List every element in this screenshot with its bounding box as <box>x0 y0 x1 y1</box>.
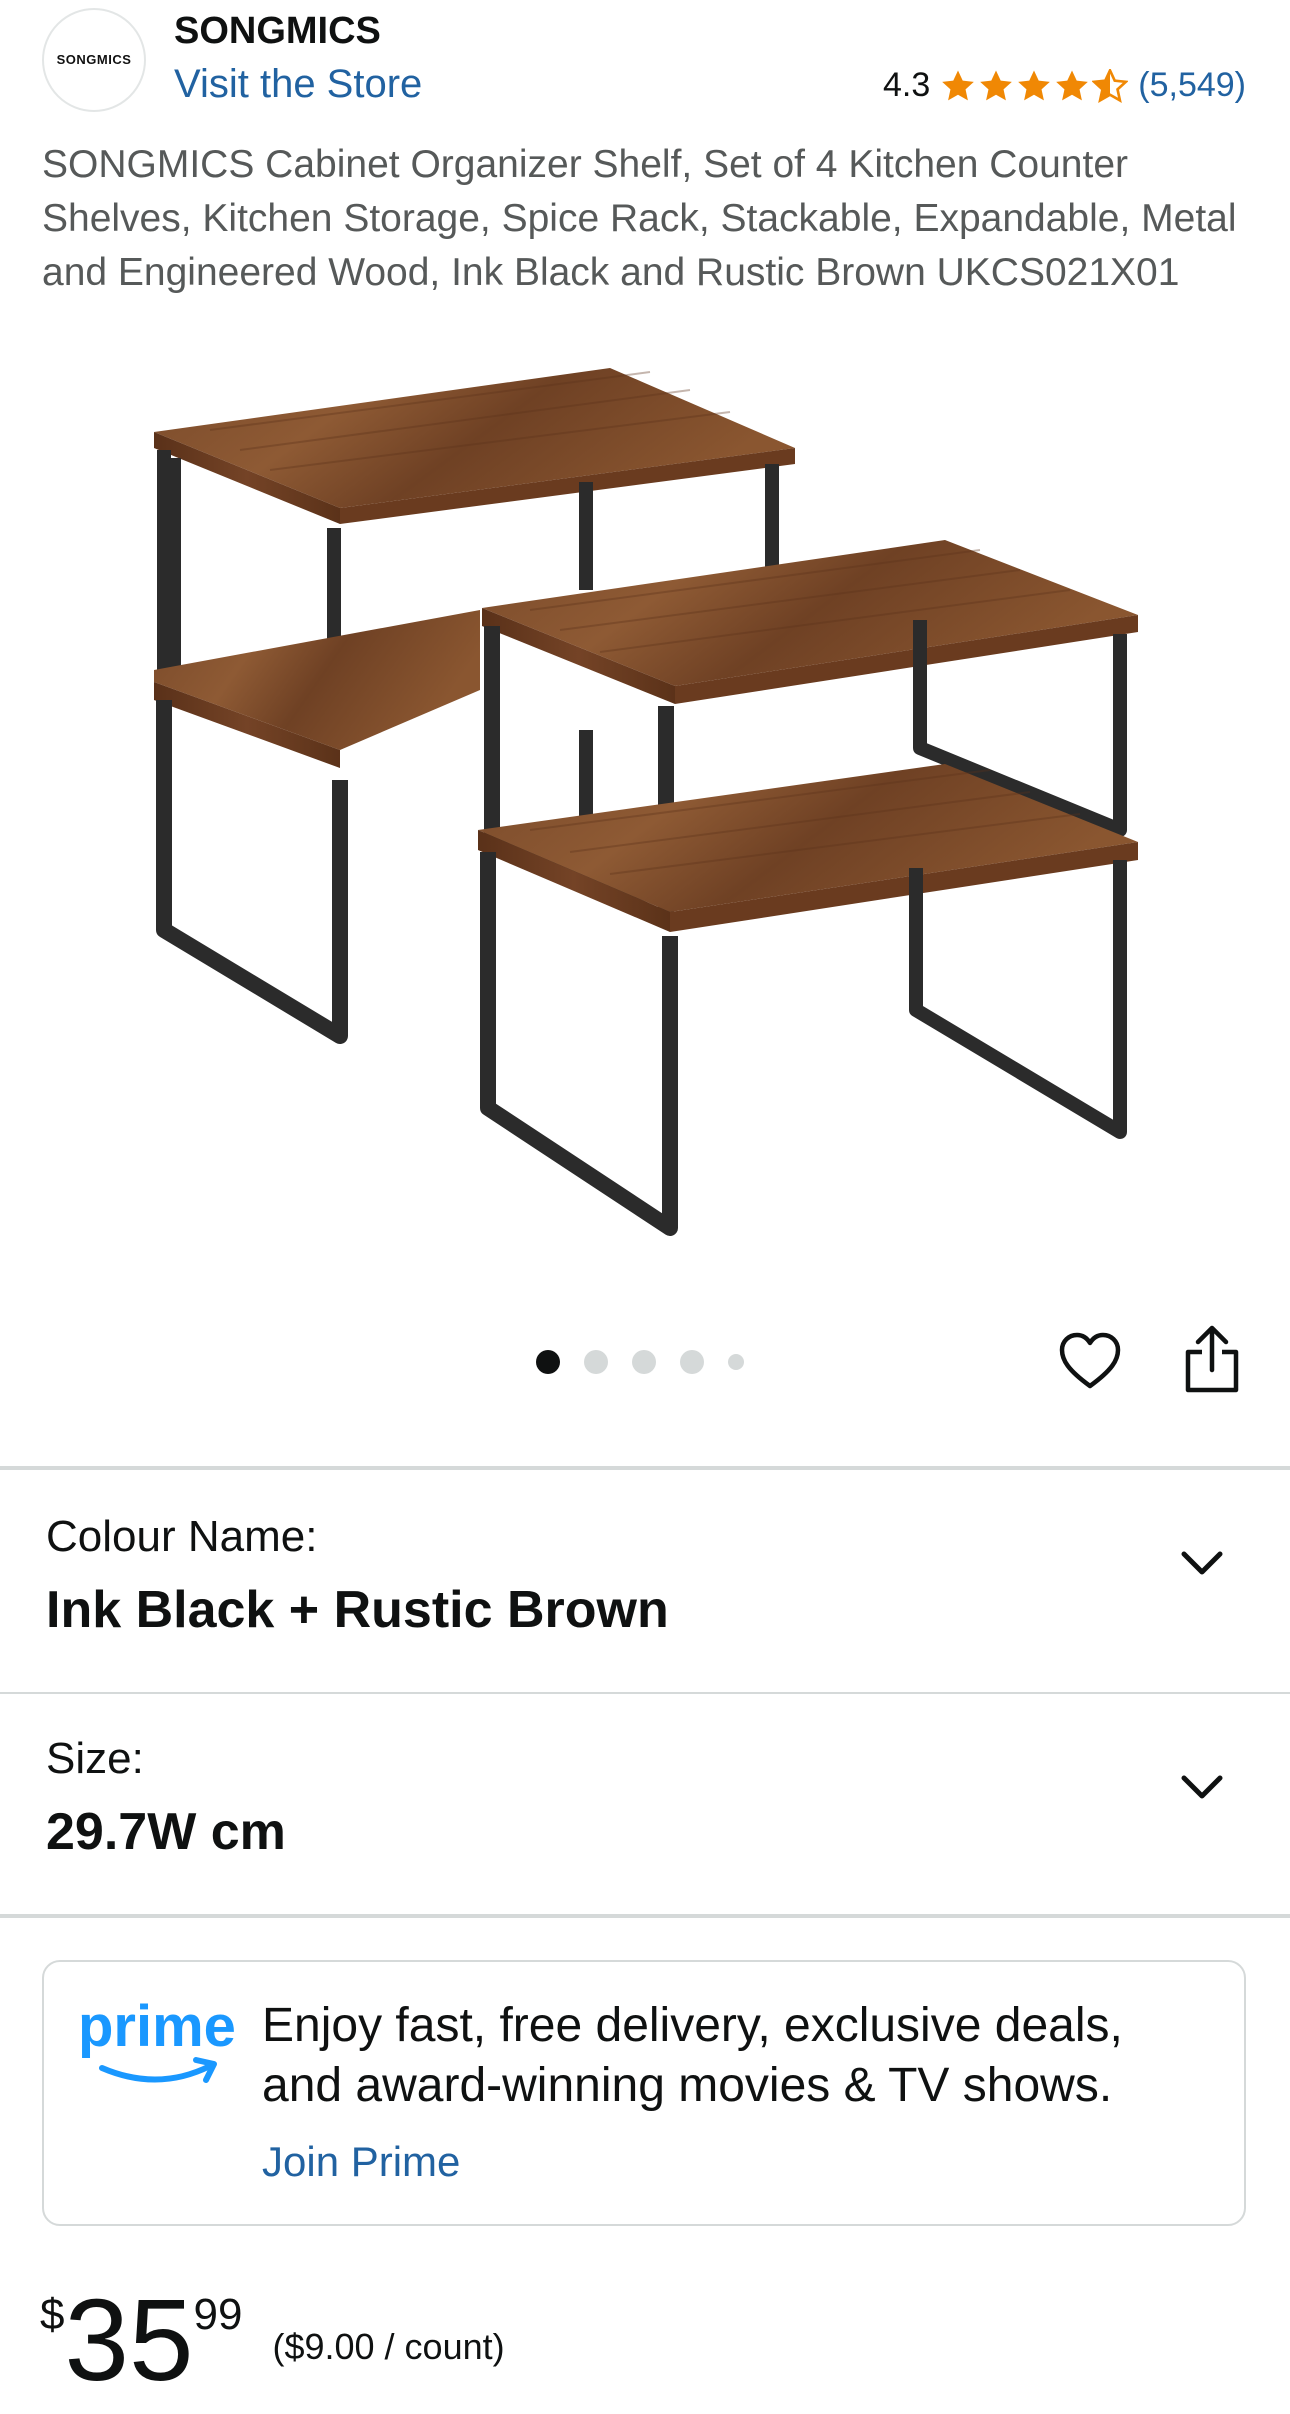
brand-logo-text: SONGMICS <box>56 51 132 67</box>
brand-logo[interactable]: SONGMICS <box>42 8 146 112</box>
size-label: Size: <box>46 1734 144 1783</box>
section-divider <box>0 1466 1290 1470</box>
heart-icon[interactable] <box>1058 1330 1122 1394</box>
carousel-dot[interactable] <box>536 1350 560 1374</box>
rating-value: 4.3 <box>883 66 931 104</box>
chevron-down-icon[interactable] <box>1178 1768 1226 1808</box>
price-whole: 35 <box>64 2275 194 2405</box>
price-fraction: 99 <box>193 2290 243 2339</box>
carousel-dot[interactable] <box>632 1350 656 1374</box>
carousel-indicator[interactable] <box>536 1350 744 1374</box>
product-title: SONGMICS Cabinet Organizer Shelf, Set of… <box>42 143 1237 294</box>
star-icon <box>1056 69 1089 100</box>
half-star-icon <box>1092 68 1129 103</box>
carousel-dot[interactable] <box>680 1350 704 1374</box>
prime-logo: prime <box>78 1994 236 2083</box>
rating-summary[interactable]: 4.3 (5,549) <box>883 66 1246 105</box>
size-value[interactable]: 29.7W cm <box>46 1802 286 1862</box>
visit-store-link[interactable]: Visit the Store <box>174 62 422 107</box>
section-divider <box>0 1692 1290 1694</box>
colour-label: Colour Name: <box>46 1512 318 1561</box>
join-prime-link[interactable]: Join Prime <box>262 2138 460 2186</box>
brand-name: SONGMICS <box>174 10 381 52</box>
star-icon <box>942 69 975 100</box>
carousel-dot[interactable] <box>584 1350 608 1374</box>
price-per-unit: ($9.00 / count) <box>272 2326 505 2367</box>
share-icon[interactable] <box>1180 1324 1244 1396</box>
section-divider <box>0 1914 1290 1918</box>
price: $ 35 99 ($9.00 / count) <box>40 2280 505 2400</box>
price-currency: $ <box>40 2290 65 2339</box>
product-image[interactable] <box>130 360 1150 1260</box>
colour-value[interactable]: Ink Black + Rustic Brown <box>46 1580 669 1640</box>
star-rating <box>940 68 1129 103</box>
prime-logo-text: prime <box>78 1994 236 2059</box>
prime-message: Enjoy fast, free delivery, exclusive dea… <box>262 1999 1123 2112</box>
rating-count-link[interactable]: (5,549) <box>1138 66 1246 105</box>
carousel-dot[interactable] <box>728 1354 744 1370</box>
chevron-down-icon[interactable] <box>1178 1544 1226 1584</box>
star-icon <box>980 69 1013 100</box>
star-icon <box>1018 69 1051 100</box>
